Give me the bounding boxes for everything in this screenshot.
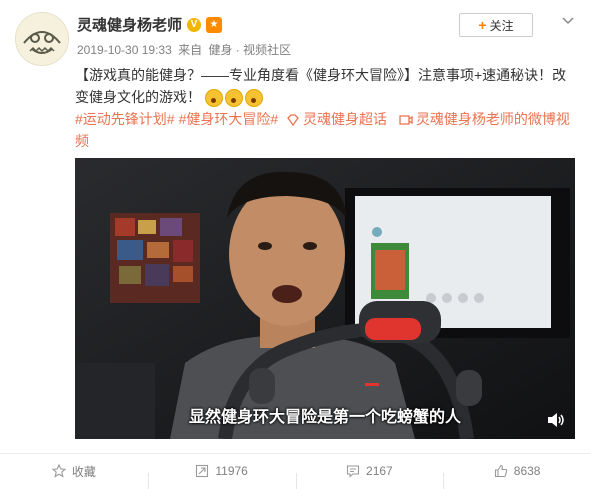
source-prefix: 来自 [178,43,203,57]
comment-count: 2167 [366,464,393,478]
plus-icon: + [478,17,487,33]
action-bar: 收藏 11976 2167 8638 [0,453,591,489]
super-topic-label: 灵魂健身超话 [303,111,388,127]
repost-icon [196,464,209,478]
topic-link[interactable]: #健身环大冒险# [179,111,279,127]
post-text: 【游戏真的能健身？——专业角度看《健身环大冒险》】注意事项+速通秘诀！改变健身文… [75,67,567,105]
like-count: 8638 [513,464,541,478]
favorite-label: 收藏 [71,464,96,479]
author-name[interactable]: 灵魂健身杨老师 [77,14,182,35]
emoji-group [204,89,263,108]
verified-badge-icon: V [187,17,202,32]
favorite-button[interactable]: 收藏 [0,463,148,480]
thumbs-up-icon [494,464,508,478]
avatar-cartoon-icon [16,13,68,65]
surprised-face-icon [204,89,223,108]
diamond-icon [287,114,299,127]
video-player[interactable]: 显然健身环大冒险是第一个吃螃蟹的人 [75,158,575,439]
star-icon [51,464,66,478]
topic-link[interactable]: #运动先锋计划# [75,111,175,127]
surprised-face-icon [224,89,243,108]
surprised-face-icon [244,89,263,108]
repost-button[interactable]: 11976 [147,464,296,489]
follow-button[interactable]: + 关注 [459,13,533,37]
post-time[interactable]: 2019-10-30 19:33 [77,43,172,57]
volume-icon[interactable] [546,411,566,429]
author-header: 灵魂健身杨老师 V ★ [77,14,223,35]
chevron-down-icon[interactable] [560,13,576,29]
like-button[interactable]: 8638 [443,464,591,489]
post-source[interactable]: 健身 · 视频社区 [208,43,291,57]
comment-icon [346,465,360,478]
comment-button[interactable]: 2167 [295,464,444,489]
repost-count: 11976 [215,464,248,478]
video-frame [75,158,575,439]
follow-label: 关注 [489,18,514,33]
video-icon [399,115,413,125]
avatar[interactable] [15,12,69,66]
video-subtitle: 显然健身环大冒险是第一个吃螃蟹的人 [188,409,461,426]
post-links: #运动先锋计划# #健身环大冒险# 灵魂健身超话 灵魂健身杨老师的微博视频 [75,108,580,152]
post-text-block: 【游戏真的能健身？——专业角度看《健身环大冒险》】注意事项+速通秘诀！改变健身文… [75,64,580,108]
post-meta: 2019-10-30 19:33 来自 健身 · 视频社区 [77,41,294,58]
super-topic-link[interactable]: 灵魂健身超话 [286,111,395,127]
medal-icon: ★ [206,16,223,33]
